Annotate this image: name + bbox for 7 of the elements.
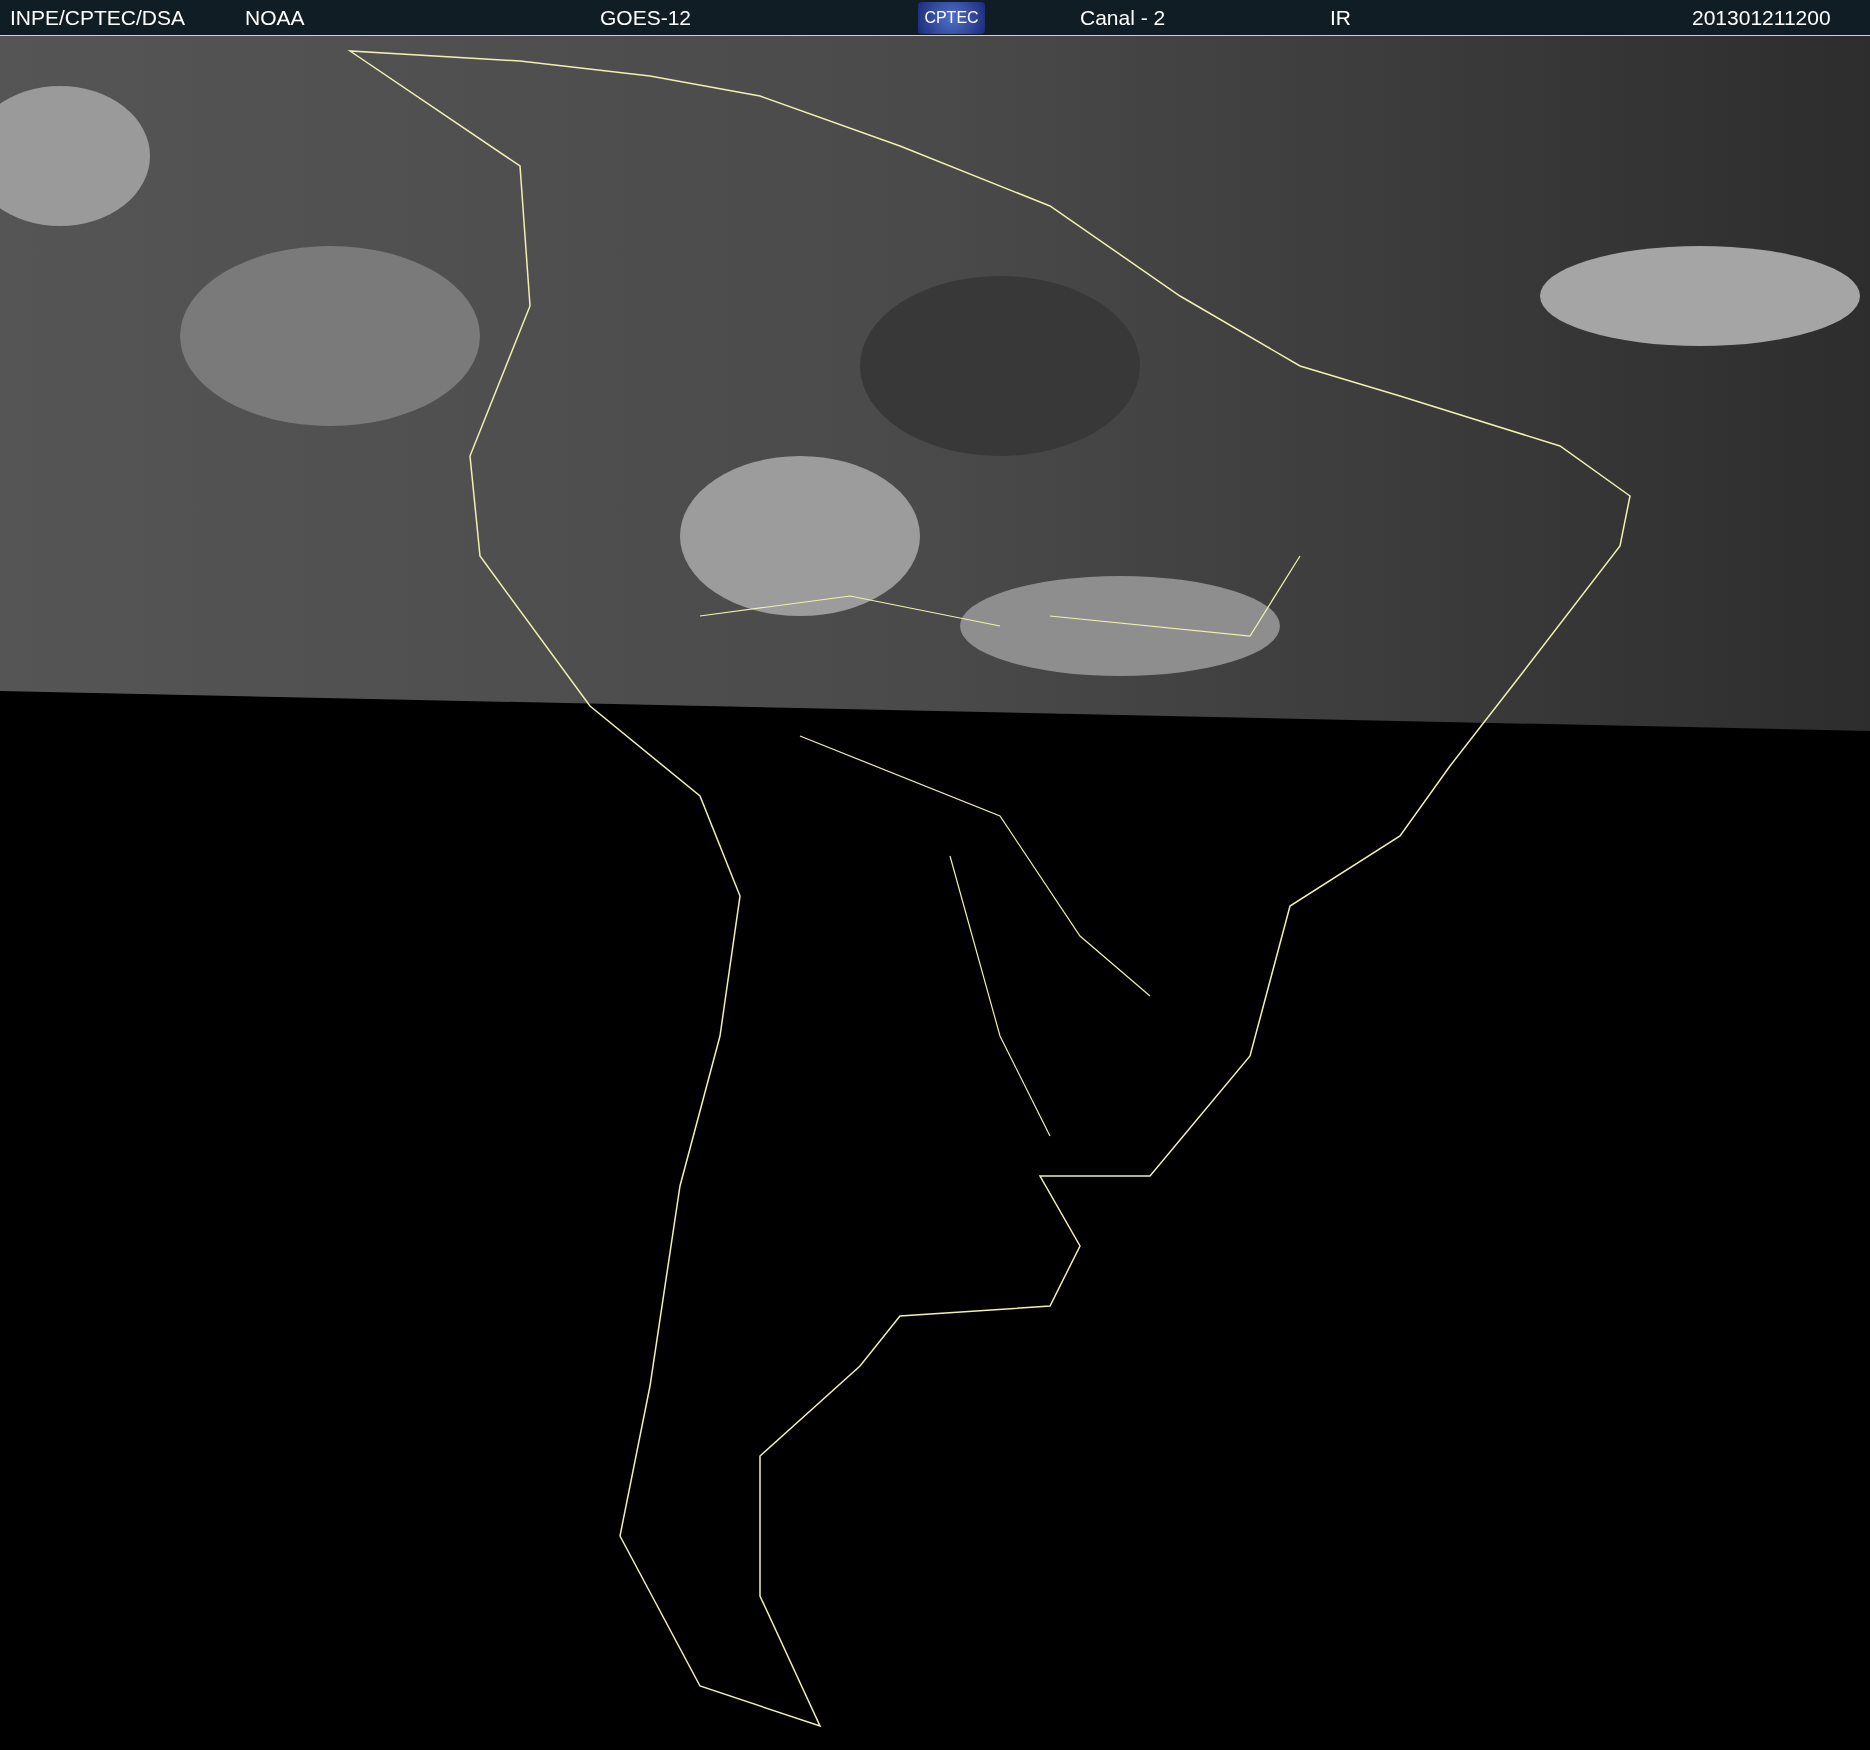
agency-label: INPE/CPTEC/DSA	[10, 5, 186, 30]
source-label: NOAA	[245, 5, 305, 30]
logo: CPTEC	[918, 1, 985, 34]
band-label: IR	[1330, 5, 1351, 30]
satellite-label: GOES-12	[600, 5, 692, 30]
channel-label: Canal - 2	[1080, 5, 1166, 30]
timestamp-label: 201301211200	[1692, 5, 1831, 30]
